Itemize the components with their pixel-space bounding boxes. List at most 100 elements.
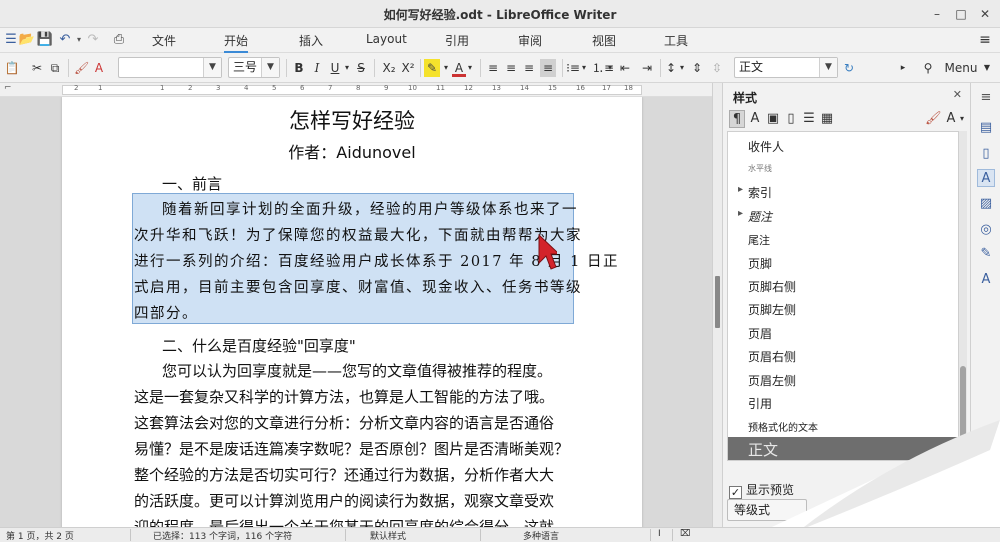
paragraph-styles-icon[interactable]: ¶ — [729, 110, 745, 128]
tab-review[interactable]: 审阅 — [518, 32, 542, 49]
style-item[interactable]: 页脚左侧 — [748, 301, 796, 318]
style-list[interactable]: 收件人 水平线 索引 题注 尾注 页脚 页脚右侧 页脚左侧 页眉 页眉右侧 页眉… — [727, 131, 959, 461]
chevron-down-icon[interactable]: ▼ — [982, 59, 992, 77]
chevron-down-icon[interactable]: ▼ — [203, 58, 221, 77]
print-icon[interactable]: ⎙ — [110, 31, 128, 49]
style-item[interactable]: 页眉右侧 — [748, 348, 796, 365]
chevron-down-icon[interactable]: ▾ — [342, 59, 352, 77]
tab-stop-icon[interactable]: ⌐ — [4, 83, 12, 93]
selection-count[interactable]: 已选择：113 个字词，116 个字符 — [153, 529, 292, 542]
superscript-button[interactable]: X² — [400, 59, 416, 77]
line-spacing-icon[interactable]: ↕ — [664, 59, 678, 77]
cut-icon[interactable]: ✂ — [30, 59, 44, 77]
character-styles-icon[interactable]: A — [747, 110, 763, 128]
style-item[interactable]: 页脚 — [748, 255, 772, 272]
update-style-icon[interactable]: ↻ — [842, 59, 856, 77]
styles-icon[interactable]: A — [977, 169, 995, 187]
clear-formatting-icon[interactable]: A — [92, 59, 106, 77]
decrease-indent-icon[interactable]: ⇤ — [618, 59, 632, 77]
align-left-icon[interactable]: ≡ — [486, 59, 500, 77]
tab-file[interactable]: 文件 — [152, 32, 176, 49]
copy-icon[interactable]: ⧉ — [48, 59, 62, 77]
navigator-icon[interactable]: ◎ — [977, 221, 995, 239]
page-style[interactable]: 默认样式 — [370, 529, 406, 542]
menu-button[interactable]: Menu — [944, 59, 978, 77]
align-center-icon[interactable]: ≡ — [504, 59, 518, 77]
redo-icon[interactable]: ↷ — [84, 31, 102, 49]
style-item[interactable]: 题注 — [738, 208, 772, 225]
language[interactable]: 多种语言 — [523, 529, 559, 542]
chevron-down-icon[interactable]: ▾ — [957, 110, 967, 128]
chevron-down-icon[interactable]: ▼ — [261, 58, 279, 77]
font-size-combo[interactable]: 三号 ▼ — [228, 57, 280, 78]
page-styles-icon[interactable]: ▯ — [783, 110, 799, 128]
page-count[interactable]: 第 1 页，共 2 页 — [6, 529, 74, 542]
clone-formatting-icon[interactable]: 🖌 — [74, 59, 89, 77]
document-area[interactable]: 怎样写好经验 作者：Aidunovel 一、前言 随着新回享计划的全面升级，经验… — [0, 97, 712, 527]
properties-icon[interactable]: ▤ — [977, 119, 995, 137]
chevron-down-icon[interactable]: ▾ — [678, 59, 686, 77]
minimize-button[interactable]: – — [928, 5, 946, 23]
splitter-handle[interactable] — [715, 276, 720, 328]
numbering-icon[interactable]: ⒈≡ — [592, 59, 614, 77]
spacing-disabled-icon[interactable]: ⇳ — [710, 59, 724, 77]
new-style-icon[interactable]: ⚲ — [920, 59, 936, 77]
tab-references[interactable]: 引用 — [445, 32, 469, 49]
paste-icon[interactable]: 📋 — [4, 59, 20, 77]
paragraph-spacing-icon[interactable]: ⇕ — [690, 59, 704, 77]
manage-changes-icon[interactable]: ✎ — [977, 245, 995, 263]
underline-button[interactable]: U — [328, 59, 342, 77]
font-color-icon[interactable]: A — [452, 59, 466, 77]
tab-tools[interactable]: 工具 — [664, 32, 688, 49]
page-icon[interactable]: ▯ — [977, 145, 995, 163]
sidebar-menu-icon[interactable]: ≡ — [977, 89, 995, 107]
align-right-icon[interactable]: ≡ — [522, 59, 536, 77]
bullets-icon[interactable]: ⁝≡ — [566, 59, 580, 77]
style-item[interactable]: 尾注 — [748, 232, 770, 248]
maximize-button[interactable]: □ — [952, 5, 970, 23]
chevron-right-icon[interactable]: ▸ — [898, 59, 908, 77]
hamburger-menu-icon[interactable]: ≡ — [976, 31, 994, 49]
justify-icon[interactable]: ≡ — [540, 59, 556, 77]
document-page[interactable]: 怎样写好经验 作者：Aidunovel 一、前言 随着新回享计划的全面升级，经验… — [62, 97, 642, 527]
style-item[interactable]: 水平线 — [748, 163, 772, 174]
tab-layout[interactable]: Layout — [366, 32, 407, 46]
subscript-button[interactable]: X₂ — [380, 59, 398, 77]
style-item[interactable]: 页眉 — [748, 325, 772, 342]
highlight-icon[interactable]: ✎ — [424, 59, 440, 77]
design-icon[interactable]: A — [977, 271, 995, 289]
tab-view[interactable]: 视图 — [592, 32, 616, 49]
close-icon[interactable]: ✕ — [953, 88, 962, 101]
italic-button[interactable]: I — [310, 59, 324, 77]
open-folder-icon[interactable]: 📂 — [18, 31, 36, 49]
save-icon[interactable]: 💾 — [36, 31, 54, 49]
sidebar-splitter[interactable] — [712, 83, 722, 527]
font-name-combo[interactable]: ▼ — [118, 57, 222, 78]
style-list-scrollbar[interactable] — [959, 131, 967, 461]
style-item[interactable]: 收件人 — [748, 138, 784, 155]
fill-format-icon[interactable]: 🖌 — [925, 110, 942, 128]
frame-styles-icon[interactable]: ▣ — [765, 110, 781, 128]
tab-home[interactable]: 开始 — [224, 32, 249, 53]
tab-insert[interactable]: 插入 — [299, 32, 323, 49]
increase-indent-icon[interactable]: ⇥ — [640, 59, 654, 77]
style-item[interactable]: 索引 — [738, 184, 772, 201]
close-window-button[interactable]: ✕ — [976, 5, 994, 23]
chevron-down-icon[interactable]: ▾ — [606, 59, 614, 77]
gallery-icon[interactable]: ▨ — [977, 195, 995, 213]
table-styles-icon[interactable]: ▦ — [819, 110, 835, 128]
list-styles-icon[interactable]: ☰ — [801, 110, 817, 128]
bold-button[interactable]: B — [292, 59, 306, 77]
paragraph-style-combo[interactable]: 正文 ▼ — [734, 57, 838, 78]
style-item[interactable]: 页眉左侧 — [748, 372, 796, 389]
chevron-down-icon[interactable]: ▼ — [819, 58, 837, 77]
chevron-down-icon[interactable]: ▾ — [442, 59, 450, 77]
insert-mode-icon[interactable]: I — [658, 529, 661, 539]
selection-mode-icon[interactable]: ⌧ — [680, 529, 690, 539]
strikethrough-button[interactable]: S — [354, 59, 368, 77]
style-item[interactable]: 页脚右侧 — [748, 278, 796, 295]
horizontal-ruler[interactable]: ⌐ 2 1 1 2 3 4 5 6 7 8 9 10 11 12 13 14 15 16 17 18 — [0, 83, 720, 97]
chevron-down-icon[interactable]: ▾ — [580, 59, 588, 77]
style-item[interactable]: 引用 — [748, 395, 772, 412]
chevron-down-icon[interactable]: ▾ — [466, 59, 474, 77]
